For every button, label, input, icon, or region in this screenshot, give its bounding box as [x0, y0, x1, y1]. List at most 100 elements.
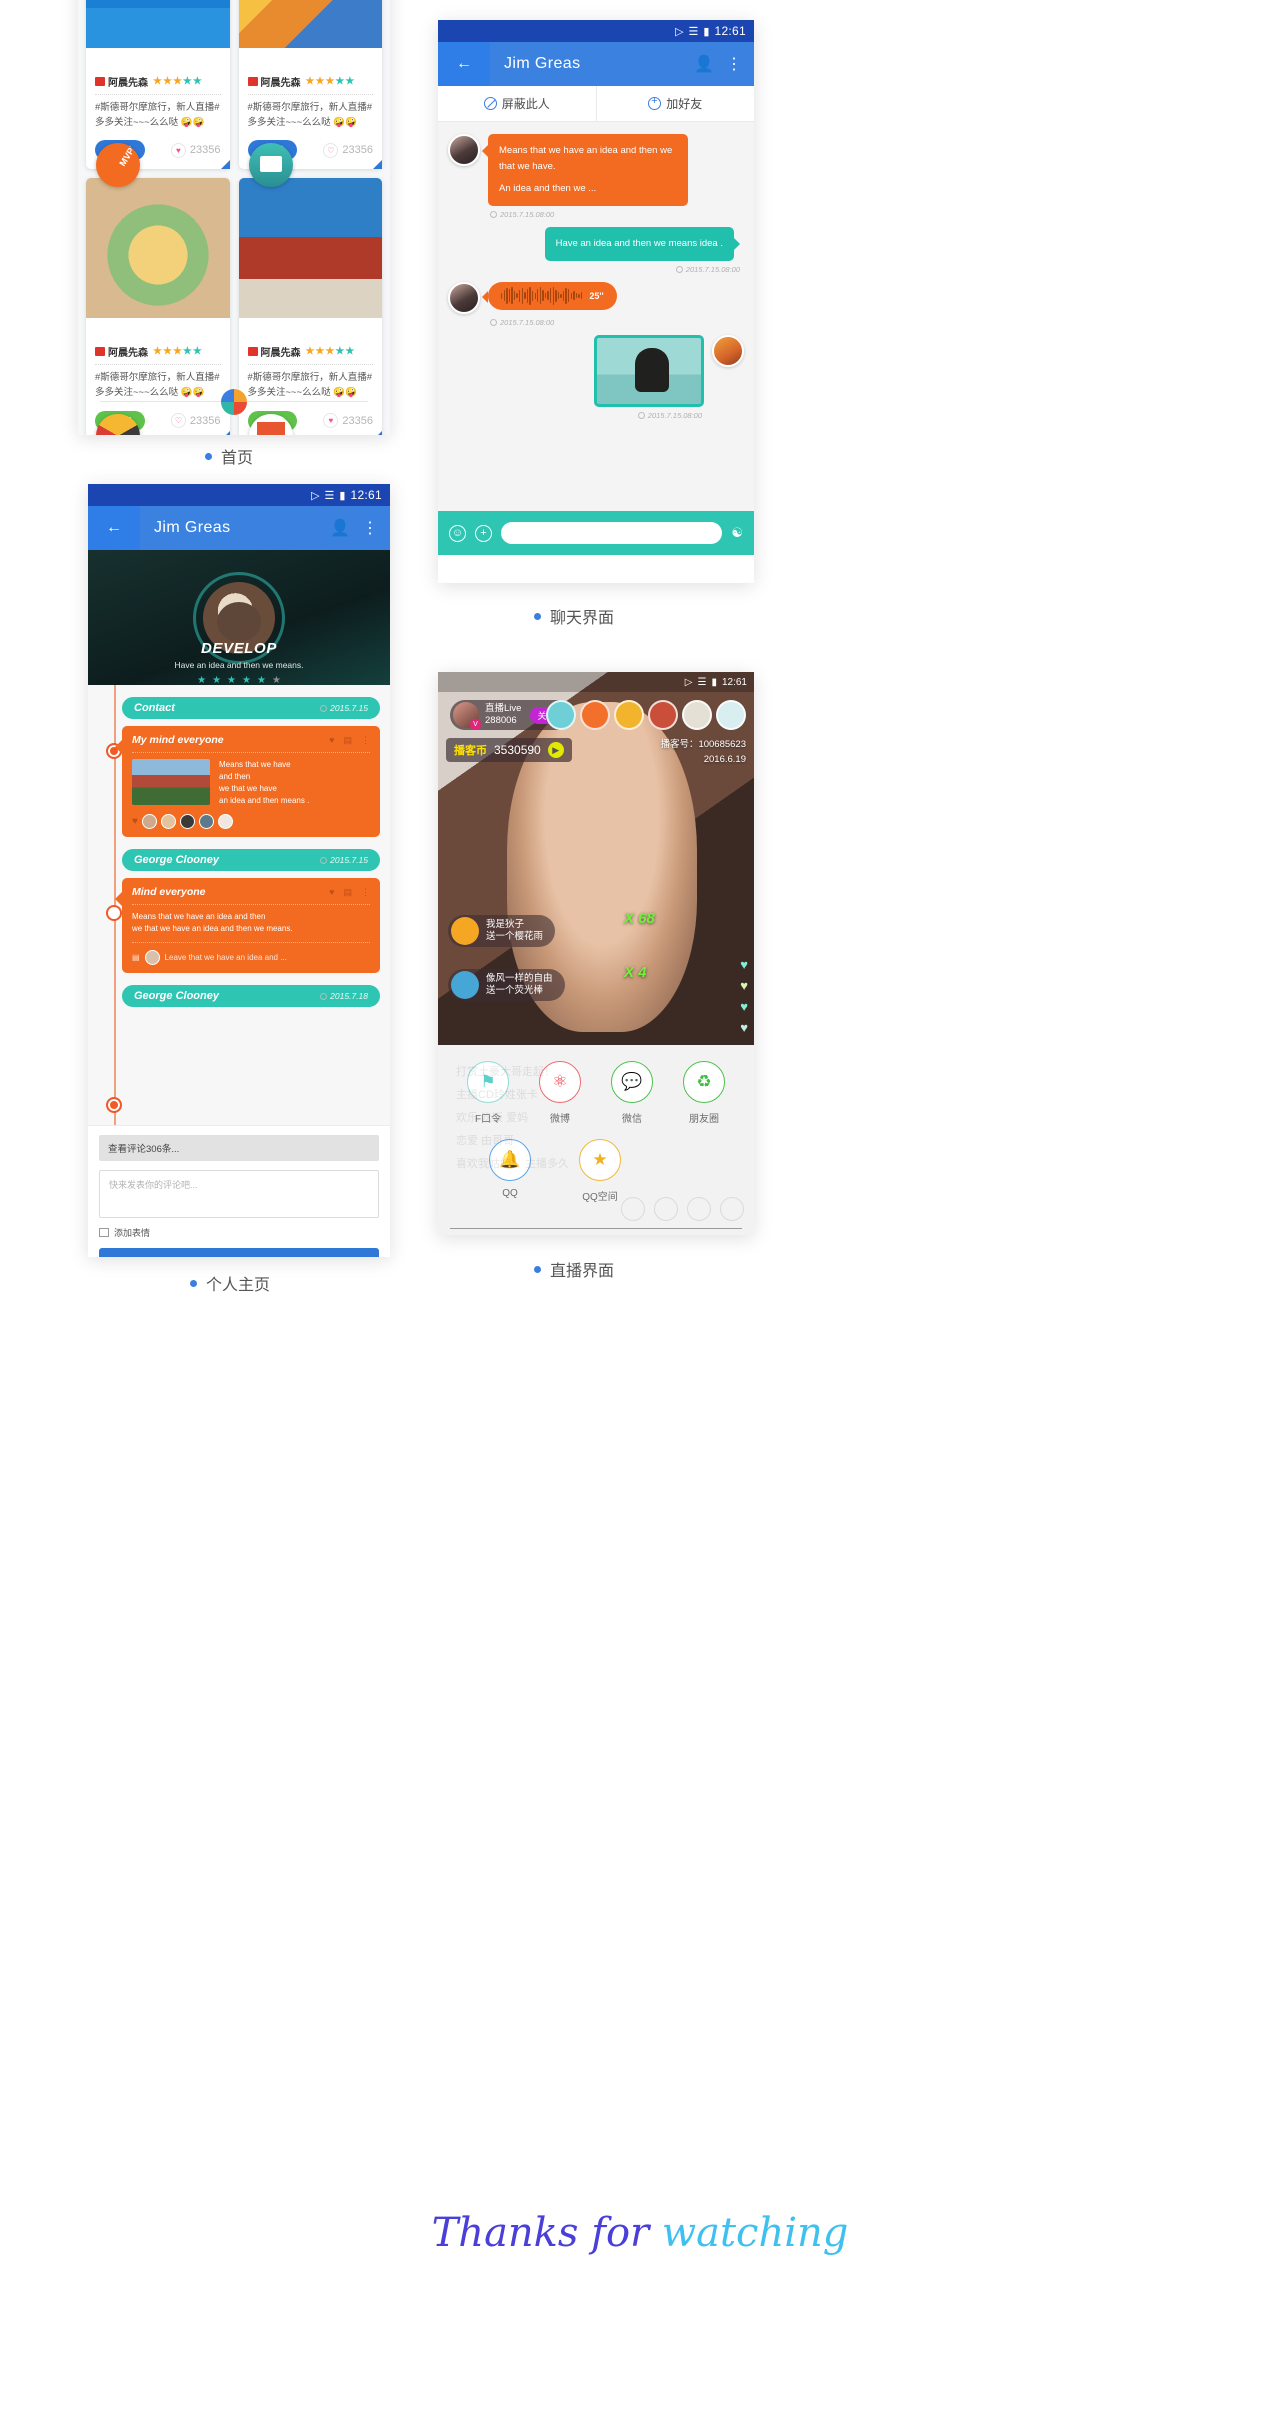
avatar[interactable]	[160, 814, 176, 829]
avatar[interactable]	[448, 281, 480, 314]
back-button[interactable]: ←	[438, 42, 490, 86]
feed-card-username-row: 阿晨先森 ★ ★ ★ ★ ★	[247, 74, 374, 89]
contact-icon[interactable]: 👤	[330, 518, 350, 538]
post-thumbnail[interactable]	[132, 759, 210, 805]
gift-icon[interactable]	[687, 1197, 711, 1221]
post-header: My mind everyone ♥ ▤ ⋮	[132, 734, 370, 746]
timeline-post-card[interactable]: Mind everyone ♥ ▤ ⋮ Means that we have a…	[115, 878, 380, 973]
share-row-secondary: 🔔 QQ ★ QQ空间	[438, 1139, 754, 1203]
chat-message-list[interactable]: Means that we have an idea and then we t…	[438, 122, 754, 511]
chat-message-input[interactable]	[501, 522, 723, 544]
timeline-entry-header[interactable]: Contact 2015.7.15	[122, 697, 380, 719]
feed-card-likes[interactable]: ♥ 23356	[170, 142, 221, 158]
avatar[interactable]	[198, 814, 214, 829]
comment-input[interactable]: 快来发表你的评论吧...	[99, 1170, 379, 1218]
feed-card-photo[interactable]	[86, 178, 230, 319]
avatar[interactable]	[141, 814, 157, 829]
heart-icon: ♥	[740, 999, 748, 1014]
heart-icon[interactable]: ♥	[329, 887, 334, 898]
corner-marker	[220, 160, 230, 170]
avatar[interactable]	[453, 702, 481, 730]
heart-icon[interactable]: ♥	[329, 735, 334, 746]
feed-card-likes[interactable]: ♥ 23356	[323, 413, 373, 429]
avatar[interactable]	[682, 700, 712, 730]
more-menu-icon[interactable]: ⋮	[361, 887, 370, 898]
avatar[interactable]	[451, 917, 479, 945]
more-menu-icon[interactable]: ⋮	[362, 518, 378, 538]
close-icon[interactable]	[720, 1197, 744, 1221]
contact-icon[interactable]: 👤	[694, 54, 714, 74]
avatar[interactable]	[614, 700, 644, 730]
rating-stars: ★ ★ ★ ★ ★	[305, 346, 355, 358]
avatar[interactable]	[448, 134, 480, 166]
share-option-f-password[interactable]: ⚑ F口令	[456, 1061, 520, 1125]
chat-image-bubble[interactable]	[594, 334, 704, 407]
chevron-right-icon[interactable]: ▶	[547, 742, 564, 758]
plus-icon[interactable]: +	[475, 524, 492, 542]
feed-card[interactable]: 阿晨先森 ★★★★★ #斯德哥尔摩旅行，新人直播# 多多关注~~~么么哒 🤪🤪 …	[86, 178, 230, 435]
timeline-post-card[interactable]: My mind everyone ♥ ▤ ⋮ Means that we hav…	[115, 726, 380, 837]
tab-block-user[interactable]: 屏蔽此人	[438, 86, 597, 121]
emoji-icon[interactable]: ☺	[449, 524, 466, 542]
avatar[interactable]	[546, 700, 576, 730]
coin-balance-chip[interactable]: 播客币 3530590 ▶	[446, 738, 572, 762]
post-comment-preview[interactable]: ▤ Leave that we have an idea and ...	[132, 942, 370, 965]
share-option-qq[interactable]: 🔔 QQ	[478, 1139, 542, 1203]
feed-card-likes[interactable]: ♡ 23356	[170, 413, 221, 429]
live-video-area[interactable]: ▷ ☰ ▮ 12:61 直播Live 288006 关注	[438, 672, 754, 1045]
timeline-node	[106, 905, 122, 921]
chat-message-incoming: Means that we have an idea and then we t…	[448, 134, 744, 207]
chat-message-voice: 25''	[448, 281, 744, 314]
chat-bubble[interactable]: Have an idea and then we means idea .	[544, 227, 741, 261]
avatar[interactable]	[217, 814, 233, 829]
emoji-icon	[99, 1228, 109, 1237]
feed-card-photo[interactable]	[86, 0, 230, 48]
more-menu-icon[interactable]: ⋮	[361, 735, 370, 746]
back-button[interactable]: ←	[88, 506, 140, 550]
voice-bubble[interactable]: 25''	[482, 281, 617, 310]
gift-notification: 像风一样的自由 送一个荧光棒	[448, 969, 565, 1001]
avatar[interactable]	[716, 700, 746, 730]
chat-timestamp: 2015.7.15.08:00	[448, 411, 744, 420]
share-option-qzone[interactable]: ★ QQ空间	[568, 1139, 632, 1203]
avatar[interactable]	[648, 700, 678, 730]
more-menu-icon[interactable]: ⋮	[726, 54, 742, 74]
post-icons: ♥ ▤ ⋮	[329, 735, 370, 746]
share-option-label: 微信	[622, 1114, 642, 1125]
feed-card[interactable]: 阿晨先森 ★★★★★ #斯德哥尔摩旅行，新人直播# 多多关注~~~么么哒 🤪🤪 …	[86, 0, 230, 188]
avatar[interactable]	[580, 700, 610, 730]
comment-icon[interactable]	[621, 1197, 645, 1221]
view-comments-button[interactable]: 查看评论306条...	[99, 1135, 379, 1161]
feed-card-photo[interactable]	[238, 0, 382, 48]
heart-icon[interactable]: ♥	[132, 816, 138, 827]
post-icons: ♥ ▤ ⋮	[329, 887, 370, 898]
comment-icon[interactable]: ▤	[343, 735, 352, 746]
tv-badge-avatar[interactable]	[248, 143, 293, 188]
feed-card-likes[interactable]: ♡ 23356	[323, 142, 373, 158]
chat-bubble[interactable]: Means that we have an idea and then we t…	[482, 134, 688, 207]
avatar[interactable]	[712, 334, 744, 367]
tab-add-friend[interactable]: 加好友	[597, 86, 755, 121]
avatar[interactable]	[179, 814, 195, 829]
voice-duration: 25''	[589, 290, 604, 301]
feed-card[interactable]: 阿晨先森 ★★★★★ #斯德哥尔摩旅行，新人直播# 多多关注~~~么么哒 🤪🤪 …	[238, 178, 382, 435]
share-icon[interactable]	[654, 1197, 678, 1221]
comment-icon[interactable]: ▤	[343, 887, 352, 898]
timeline-entry-header[interactable]: George Clooney 2015.7.18	[122, 985, 380, 1007]
avatar[interactable]	[144, 950, 160, 965]
feed-card-username: 阿晨先森	[260, 348, 301, 360]
wechat-icon: 💬	[611, 1061, 653, 1103]
timeline-entry-header[interactable]: George Clooney 2015.7.15	[122, 849, 380, 871]
feed-card-photo[interactable]	[238, 178, 382, 319]
share-option-weibo[interactable]: ⚛ 微博	[528, 1061, 592, 1125]
submit-comment-button[interactable]: 发布留言	[99, 1248, 379, 1257]
add-emoji-row[interactable]: 添加表情	[99, 1226, 379, 1239]
avatar[interactable]	[451, 971, 479, 999]
voice-record-icon[interactable]: ☯	[731, 525, 743, 541]
feed-card[interactable]: 阿晨先森 ★★★★★ #斯德哥尔摩旅行，新人直播# 多多关注~~~么么哒 🤪🤪 …	[238, 0, 382, 188]
status-clock: 12:61	[721, 676, 747, 688]
share-option-moments[interactable]: ♻ 朋友圈	[672, 1061, 736, 1125]
timeline-entry-time: 2015.7.15	[320, 703, 368, 713]
signal-icon: ☰	[324, 489, 335, 502]
share-option-wechat[interactable]: 💬 微信	[600, 1061, 664, 1125]
